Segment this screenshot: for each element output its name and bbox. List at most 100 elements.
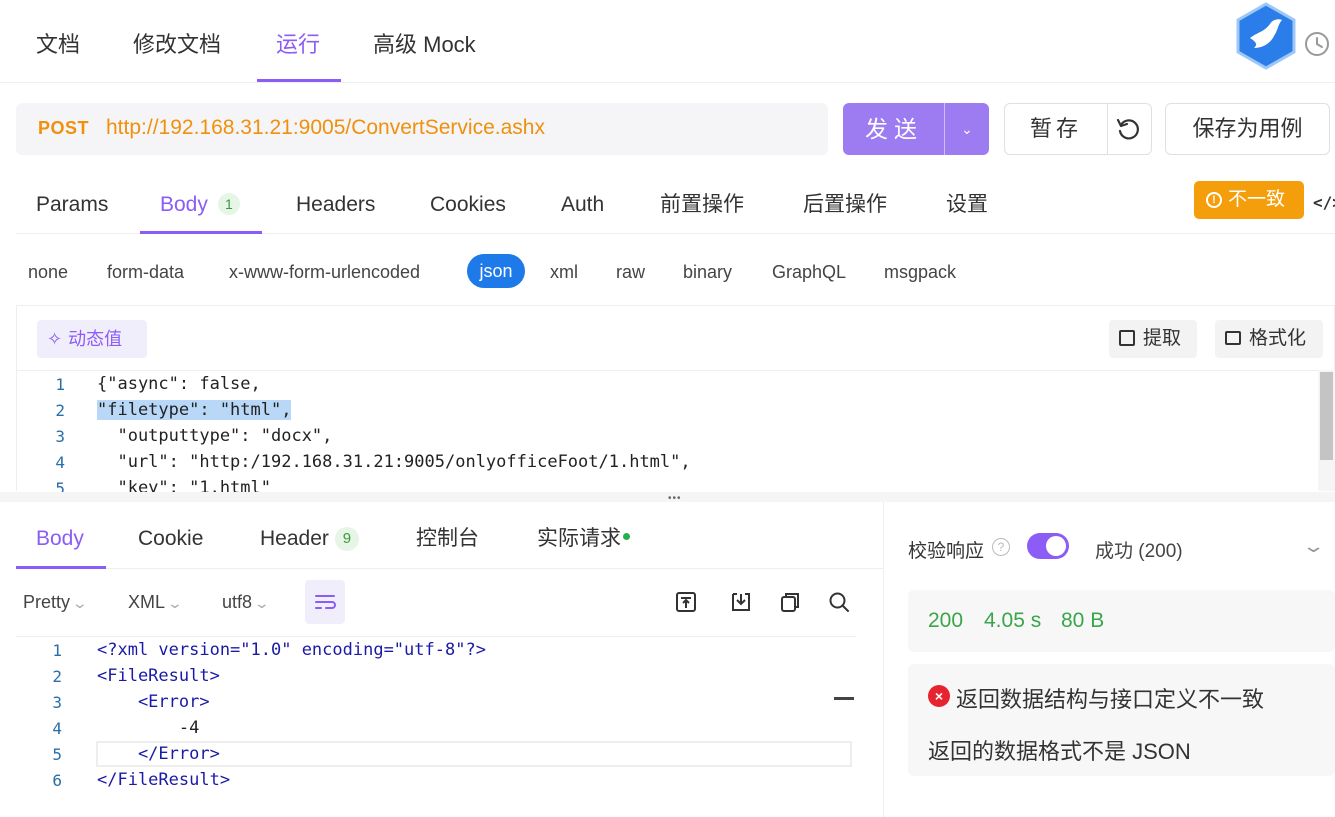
search-icon[interactable] xyxy=(827,590,851,614)
code-line: </FileResult> xyxy=(97,770,231,790)
tab-body[interactable]: Body 1 xyxy=(160,191,240,219)
send-button-group: 发送 ⌄ xyxy=(843,103,989,155)
request-code-area[interactable]: 1 {"async": false, 2 "filetype": "html",… xyxy=(17,370,1321,492)
top-tab-bar: 文档 修改文档 运行 高级 Mock xyxy=(0,0,1335,83)
tab-edit-docs[interactable]: 修改文档 xyxy=(133,30,221,60)
body-type-xml[interactable]: xml xyxy=(550,260,578,284)
response-stats: 200 4.05 s 80 B xyxy=(908,590,1335,652)
tab-headers[interactable]: Headers xyxy=(296,191,375,219)
tab-cookies[interactable]: Cookies xyxy=(430,191,506,219)
resp-tab-actual-request-label: 实际请求 xyxy=(537,527,621,550)
code-icon[interactable]: </> xyxy=(1313,193,1335,212)
save-as-case-button[interactable]: 保存为用例 xyxy=(1165,103,1330,155)
mismatch-label: 不一致 xyxy=(1228,189,1286,210)
download-icon[interactable] xyxy=(729,590,753,614)
resp-tab-actual-request[interactable]: 实际请求 xyxy=(537,525,630,553)
resp-tab-header[interactable]: Header 9 xyxy=(260,525,359,553)
response-time: 4.05 s xyxy=(984,609,1042,632)
encoding-select[interactable]: utf8 ⌄ xyxy=(222,592,271,613)
tab-run[interactable]: 运行 xyxy=(276,30,320,60)
validation-status-label: 成功 (200) xyxy=(1095,541,1183,562)
resp-tab-body[interactable]: Body xyxy=(36,525,84,553)
response-code-area[interactable]: 1 <?xml version="1.0" encoding="utf-8"?>… xyxy=(16,636,856,817)
view-mode-select[interactable]: Pretty ⌄ xyxy=(23,592,89,613)
http-method[interactable]: POST xyxy=(38,118,89,139)
code-line: <FileResult> xyxy=(97,666,220,686)
resp-tab-cookie[interactable]: Cookie xyxy=(138,525,203,553)
send-dropdown-chevron-icon[interactable]: ⌄ xyxy=(945,103,989,155)
url-input[interactable]: http://192.168.31.21:9005/ConvertService… xyxy=(106,116,545,140)
line-number: 5 xyxy=(52,745,62,764)
line-number: 3 xyxy=(55,427,65,446)
url-bar[interactable]: POST http://192.168.31.21:9005/ConvertSe… xyxy=(16,103,828,155)
code-line: <?xml version="1.0" encoding="utf-8"?> xyxy=(97,640,486,660)
validate-response-label: 校验响应 xyxy=(908,541,985,562)
body-type-json[interactable]: json xyxy=(467,254,525,288)
body-type-raw[interactable]: raw xyxy=(616,260,645,284)
line-number: 2 xyxy=(52,667,62,686)
format-button[interactable]: 格式化 xyxy=(1215,320,1323,358)
reset-icon[interactable] xyxy=(1115,116,1141,142)
scroll-marker xyxy=(834,697,854,700)
magic-wand-icon: ✧ xyxy=(47,329,63,349)
chevron-down-icon[interactable]: ⌄ xyxy=(1301,536,1325,557)
tab-advanced-mock[interactable]: 高级 Mock xyxy=(373,30,476,60)
tab-body-label: Body xyxy=(160,193,208,216)
line-number: 2 xyxy=(55,401,65,420)
extract-button[interactable]: 提取 xyxy=(1109,320,1197,358)
save-temp-button[interactable]: 暂存 xyxy=(1005,104,1107,154)
response-tab-bar: Body Cookie Header 9 控制台 实际请求 xyxy=(16,502,884,569)
chevron-down-icon: ⌄ xyxy=(71,595,89,611)
format-value: XML xyxy=(128,592,166,612)
body-type-none[interactable]: none xyxy=(28,260,68,284)
tab-post-operations[interactable]: 后置操作 xyxy=(803,191,887,219)
body-type-urlencoded[interactable]: x-www-form-urlencoded xyxy=(229,260,420,284)
panel-divider xyxy=(883,502,884,817)
extract-label: 提取 xyxy=(1143,328,1182,349)
save-button-group: 暂存 xyxy=(1004,103,1152,155)
scrollbar-thumb[interactable] xyxy=(1320,372,1333,460)
word-wrap-button[interactable] xyxy=(305,580,345,624)
tab-pre-operations[interactable]: 前置操作 xyxy=(660,191,744,219)
mismatch-badge[interactable]: ! 不一致 xyxy=(1194,181,1304,219)
error-detail: 返回的数据格式不是 JSON xyxy=(928,739,1191,764)
dynamic-value-button[interactable]: ✧ 动态值 xyxy=(37,320,147,358)
header-count-badge: 9 xyxy=(334,527,359,551)
code-line: "url": "http:/192.168.31.21:9005/onlyoff… xyxy=(97,452,691,472)
validate-toggle[interactable] xyxy=(1027,533,1069,559)
save-divider xyxy=(1107,104,1108,154)
tab-auth[interactable]: Auth xyxy=(561,191,604,219)
tab-docs[interactable]: 文档 xyxy=(36,30,80,60)
resp-tab-console[interactable]: 控制台 xyxy=(416,525,479,553)
body-type-graphql[interactable]: GraphQL xyxy=(772,260,846,284)
copy-icon[interactable] xyxy=(778,590,802,614)
chevron-down-icon: ⌄ xyxy=(253,595,271,611)
code-line: <Error> xyxy=(97,692,210,712)
request-body-editor: ✧ 动态值 提取 格式化 1 {"async": false, 2 "filety… xyxy=(16,305,1335,492)
send-button[interactable]: 发送 xyxy=(843,103,945,155)
help-icon[interactable]: ? xyxy=(992,538,1010,556)
view-mode-value: Pretty xyxy=(23,592,71,612)
editor-scrollbar[interactable] xyxy=(1318,370,1335,491)
format-label: 格式化 xyxy=(1249,328,1307,349)
body-type-form-data[interactable]: form-data xyxy=(107,260,184,284)
collapse-icon[interactable] xyxy=(674,590,698,614)
tab-params[interactable]: Params xyxy=(36,191,108,219)
app-logo-icon xyxy=(1236,2,1296,70)
line-number: 3 xyxy=(52,693,62,712)
dynamic-value-label: 动态值 xyxy=(68,329,123,349)
code-line: </Error> xyxy=(97,744,220,764)
error-title: 返回数据结构与接口定义不一致 xyxy=(956,687,1265,712)
tab-settings[interactable]: 设置 xyxy=(946,191,988,219)
body-type-msgpack[interactable]: msgpack xyxy=(884,260,956,284)
validation-error-box: × 返回数据结构与接口定义不一致 返回的数据格式不是 JSON xyxy=(908,664,1335,776)
code-line-selected: "filetype": "html", xyxy=(97,400,292,420)
format-select[interactable]: XML ⌄ xyxy=(128,592,183,613)
active-tab-indicator xyxy=(16,566,106,569)
body-type-binary[interactable]: binary xyxy=(683,260,732,284)
history-icon[interactable] xyxy=(1302,29,1332,59)
code-line: -4 xyxy=(97,718,200,738)
line-number: 1 xyxy=(55,375,65,394)
code-line: {"async": false, xyxy=(97,374,261,394)
status-code: 200 xyxy=(928,609,964,632)
